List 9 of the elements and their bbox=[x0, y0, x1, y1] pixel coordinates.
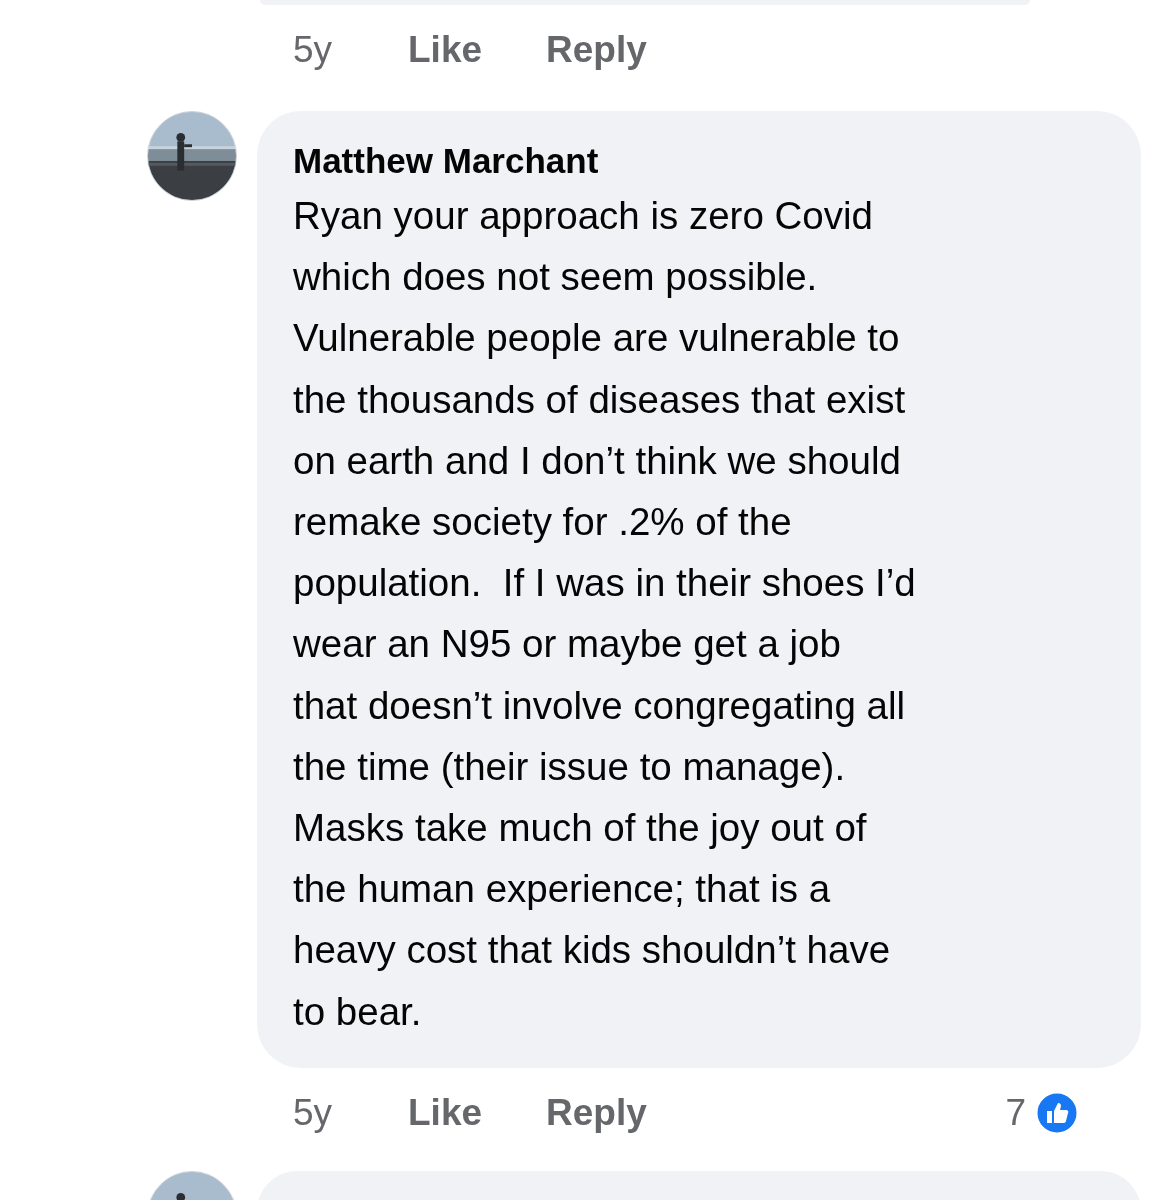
comment-time: 5y bbox=[293, 29, 334, 71]
like-button[interactable]: Like bbox=[408, 1091, 483, 1134]
reaction-count: 7 bbox=[1005, 1091, 1026, 1134]
reply-button[interactable]: Reply bbox=[546, 1091, 647, 1134]
like-button[interactable]: Like bbox=[408, 29, 483, 71]
comment-author[interactable]: Matthew Marchant bbox=[293, 137, 1121, 185]
reply-button[interactable]: Reply bbox=[546, 29, 647, 71]
comment-time: 5y bbox=[293, 1091, 334, 1134]
comment-text: Ryan your approach is zero Covid which does not seem possible. Vulnerable people are vulnerable to the thousands of diseases that exist on earth and I don’t think we should remake society for .2% of the population. If I was in their shoes I’d wear an N95 or maybe get a job that doesn’t involve congregating all the time (their issue to manage). Masks take much of the joy out of the human experience; that is a heavy cost that kids shouldn’t have to bear. bbox=[293, 193, 917, 1035]
